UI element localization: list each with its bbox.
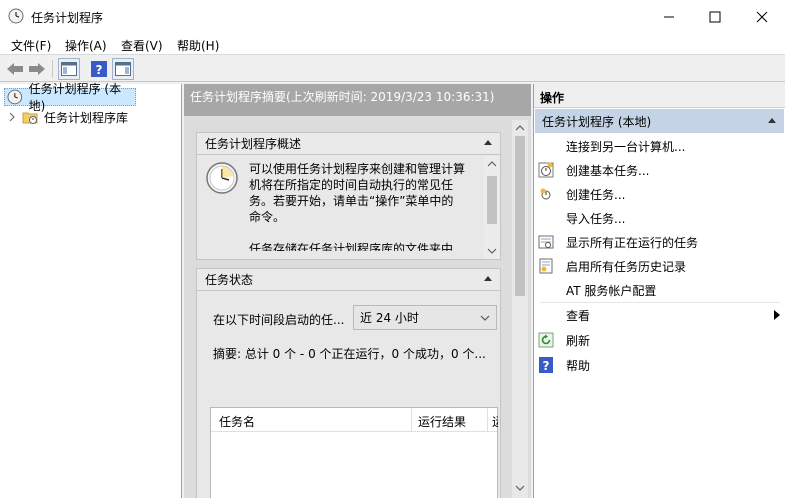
scroll-down-icon[interactable] [484,245,500,257]
scroll-down-icon[interactable] [512,482,528,494]
actions-pane: 操作 任务计划程序 (本地) 连接到另一台计算机... 创建基本任务... 创建… [533,84,785,498]
action-refresh[interactable]: 刷新 [538,328,782,352]
overview-section-title: 任务计划程序概述 [205,137,302,151]
clock-icon [7,89,23,105]
submenu-arrow-icon [774,310,780,320]
column-truncated[interactable]: 运 [492,413,498,430]
actions-group-header[interactable]: 任务计划程序 (本地) [535,109,784,133]
summary-header: 任务计划程序摘要(上次刷新时间: 2019/3/23 10:36:31) [184,84,531,116]
blank-icon [538,210,554,226]
action-pane-icon [115,62,131,76]
column-run-result[interactable]: 运行结果 [418,413,466,430]
minimize-icon [664,16,674,17]
clock-icon [8,8,24,24]
action-create-task[interactable]: 创建任务... [538,182,782,206]
folder-clock-icon [22,112,38,124]
action-show-running-tasks[interactable]: 显示所有正在运行的任务 [538,230,782,254]
toolbar: ? [0,56,785,82]
task-status-section: 任务状态 在以下时间段启动的任... 近 24 小时 摘要: 总计 0 个 - … [196,268,501,498]
tree-item-task-scheduler-local[interactable]: 任务计划程序 (本地) [4,82,136,113]
action-at-service-account[interactable]: AT 服务帐户配置 [538,278,782,302]
chevron-right-icon[interactable] [8,112,16,122]
maximize-button[interactable] [692,0,738,33]
svg-text:?: ? [543,359,550,373]
show-hide-console-tree-button[interactable] [58,58,80,80]
clock-large-icon [206,162,238,194]
menu-file[interactable]: 文件(F) [11,37,51,54]
actions-header: 操作 [534,84,785,108]
summary-pane: 任务计划程序摘要(上次刷新时间: 2019/3/23 10:36:31) 任务计… [184,84,531,498]
svg-text:?: ? [96,63,103,77]
running-tasks-icon [538,234,554,250]
back-button[interactable] [4,58,26,80]
period-select[interactable]: 近 24 小时 [353,305,497,330]
action-import-task[interactable]: 导入任务... [538,206,782,230]
overview-scrollbar[interactable] [484,156,500,259]
tree-item-task-library[interactable]: 任务计划程序库 [8,108,178,126]
column-task-name[interactable]: 任务名 [219,413,255,430]
blank-icon [538,138,554,154]
forward-button[interactable] [26,58,48,80]
task-status-section-title: 任务状态 [205,273,254,287]
overview-section: 任务计划程序概述 可以使用任务计划程序来创建和管理计算 机将在所指定的时间自动执… [196,132,501,260]
console-tree-icon [61,62,77,76]
collapse-icon[interactable] [768,118,776,123]
scroll-thumb[interactable] [487,176,497,224]
collapse-icon[interactable] [484,140,492,145]
task-list-header: 任务名 运行结果 运 [211,408,498,432]
column-divider [411,408,412,432]
help-icon: ? [91,61,107,77]
summary-scrollbar[interactable] [512,120,528,498]
period-select-value: 近 24 小时 [360,311,419,325]
task-summary-text: 摘要: 总计 0 个 - 0 个正在运行，0 个成功，0 个... [213,347,486,361]
history-icon [538,258,554,274]
console-tree: 任务计划程序 (本地) 任务计划程序库 [0,82,182,498]
menu-action[interactable]: 操作(A) [65,37,107,54]
action-create-basic-task[interactable]: 创建基本任务... [538,158,782,182]
actions-group-title: 任务计划程序 (本地) [542,114,652,129]
column-divider [487,408,488,432]
help-toolbar-button[interactable]: ? [88,58,110,80]
show-hide-action-pane-button[interactable] [112,58,134,80]
toolbar-divider [52,60,53,78]
menu-view[interactable]: 查看(V) [121,37,163,54]
menu-bar: 文件(F) 操作(A) 查看(V) 帮助(H) [0,33,785,55]
collapse-icon[interactable] [484,276,492,281]
tree-item-label: 任务计划程序库 [44,110,129,125]
chevron-down-icon [480,315,490,321]
action-connect-computer[interactable]: 连接到另一台计算机... [538,134,782,158]
create-task-icon [538,186,554,202]
overview-section-header[interactable]: 任务计划程序概述 [197,133,500,155]
overview-text: 可以使用任务计划程序来创建和管理计算 机将在所指定的时间自动执行的常见任 务。若… [249,162,466,251]
title-bar: 任务计划程序 [0,0,785,33]
action-view[interactable]: 查看 [538,303,782,327]
refresh-icon [538,332,554,348]
blank-icon [538,307,554,323]
scroll-up-icon[interactable] [484,158,500,170]
window-title: 任务计划程序 [31,11,104,25]
close-button[interactable] [739,0,785,33]
task-list[interactable]: 任务名 运行结果 运 [210,407,498,498]
period-label: 在以下时间段启动的任... [213,313,345,327]
menu-help[interactable]: 帮助(H) [177,37,219,54]
action-help[interactable]: ? 帮助 [538,353,782,377]
minimize-button[interactable] [646,0,692,33]
task-status-section-header[interactable]: 任务状态 [197,269,500,291]
maximize-icon [709,11,721,22]
arrow-right-icon [29,63,45,75]
close-icon [756,11,768,22]
action-enable-history[interactable]: 启用所有任务历史记录 [538,254,782,278]
scroll-up-icon[interactable] [512,122,528,134]
create-basic-task-icon [538,162,554,178]
blank-icon [538,282,554,298]
scroll-thumb[interactable] [515,136,525,296]
help-icon: ? [538,357,554,373]
arrow-left-icon [7,63,23,75]
